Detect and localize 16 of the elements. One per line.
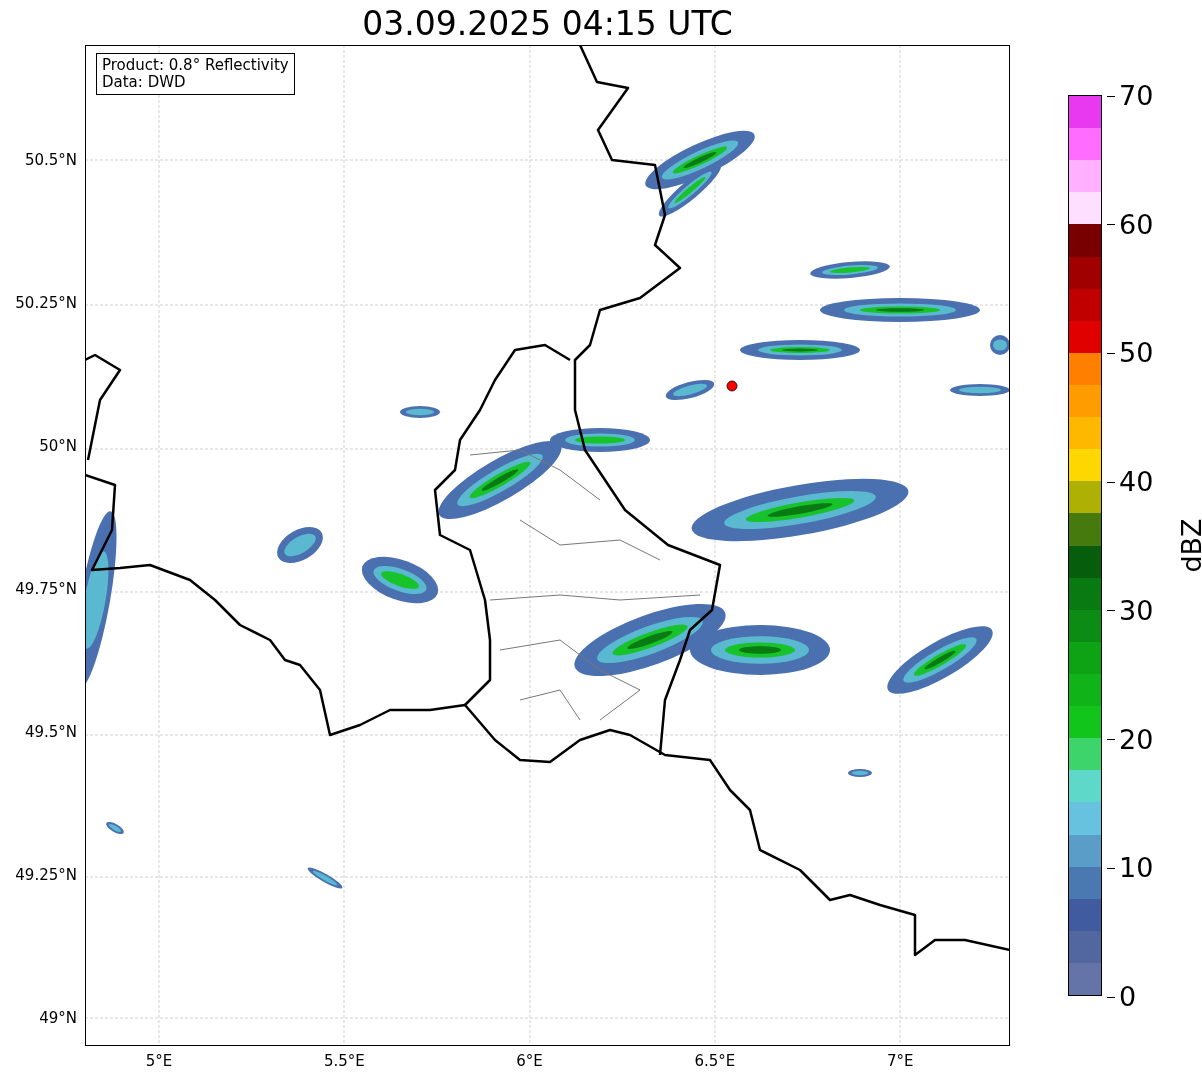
chart-title: 03.09.2025 04:15 UTC (361, 4, 734, 44)
latitude-label: 49.5°N (24, 723, 77, 741)
longitude-label: 6°E (516, 1052, 543, 1070)
latitude-label: 49.75°N (15, 580, 77, 598)
latitude-label: 49.25°N (15, 866, 77, 884)
latitude-label: 50°N (39, 437, 77, 455)
longitude-label: 7°E (886, 1052, 914, 1070)
legend-text: Product: 0.8° Reflectivity (102, 57, 289, 74)
colorbar-label: dBZ (1175, 518, 1202, 573)
legend-text: Data: DWD (102, 74, 187, 91)
longitude-label: 6.5°E (694, 1052, 736, 1070)
latitude-label: 49°N (39, 1009, 77, 1027)
longitude-label: 5°E (145, 1052, 173, 1070)
latitude-label: 50.5°N (24, 151, 77, 169)
latitude-label: 50.25°N (15, 294, 77, 312)
longitude-label: 5.5°E (323, 1052, 365, 1070)
